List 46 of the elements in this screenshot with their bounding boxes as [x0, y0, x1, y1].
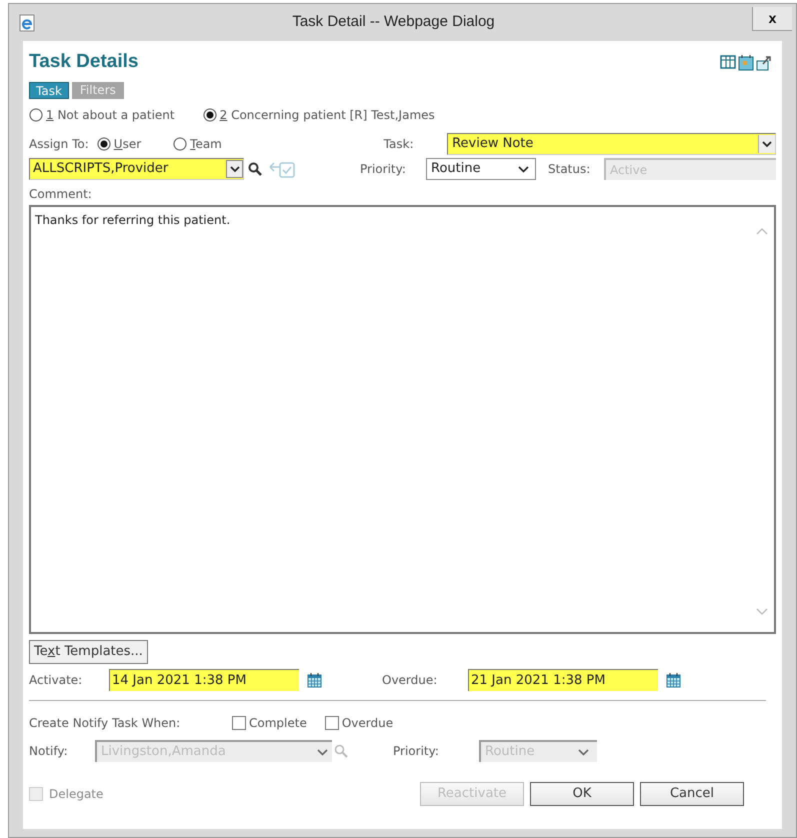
priority-dropdown[interactable]: Routine — [426, 158, 536, 180]
dialog-button[interactable]: OK — [530, 782, 634, 806]
checkbox-label[interactable]: Overdue — [342, 714, 394, 732]
radio-button[interactable] — [202, 108, 217, 122]
comment-label: Comment: — [29, 186, 93, 203]
dialog-button[interactable]: Cancel — [640, 782, 744, 806]
radio-label[interactable]: User — [114, 135, 142, 153]
notify-when-label: Create Notify Task When: — [29, 715, 182, 732]
checkbox[interactable] — [324, 716, 339, 730]
calendar-icon[interactable] — [666, 672, 681, 688]
activate-label: Activate: — [29, 672, 84, 689]
overdue-label: Overdue: — [382, 672, 438, 689]
radio-label[interactable]: Team — [190, 135, 222, 153]
task-dropdown[interactable]: Review Note — [447, 133, 776, 155]
task-label: Task: — [384, 136, 415, 153]
search-icon[interactable] — [248, 162, 262, 176]
caret-icon — [317, 748, 328, 756]
status-label: Status: — [548, 161, 592, 178]
tab[interactable]: Task — [29, 82, 69, 99]
page-heading: Task Details — [29, 51, 138, 73]
checkbox-label[interactable]: Complete — [249, 714, 307, 732]
assignee-dropdown[interactable]: ALLSCRIPTS,Provider — [29, 158, 244, 180]
browser-icon — [19, 14, 35, 32]
radio-label[interactable]: 2 Concerning patient [R] Test,James — [220, 106, 435, 124]
priority-label: Priority: — [393, 743, 440, 760]
window-title: Task Detail -- Webpage Dialog — [292, 12, 495, 32]
text-templates-button[interactable]: Text Templates... — [29, 640, 148, 664]
calendar-icon[interactable] — [738, 55, 754, 71]
radio-button[interactable] — [173, 137, 188, 151]
notify-label: Notify: — [29, 743, 69, 760]
caret-icon — [578, 748, 589, 756]
radio-label[interactable]: 1 Not about a patient — [46, 106, 175, 124]
radio-button[interactable] — [29, 108, 43, 122]
caret-icon — [762, 140, 772, 148]
date-field[interactable]: 21 Jan 2021 1:38 PM — [468, 669, 658, 691]
checkbox[interactable] — [232, 716, 246, 730]
radio-button[interactable] — [96, 137, 111, 151]
export-icon[interactable] — [756, 55, 772, 71]
grid-icon[interactable] — [720, 55, 736, 69]
priority-label: Priority: — [360, 161, 407, 178]
date-field[interactable]: 14 Jan 2021 1:38 PM — [109, 669, 299, 691]
calendar-icon[interactable] — [307, 672, 322, 688]
caret-icon — [230, 166, 240, 172]
close-button[interactable]: x — [752, 6, 792, 30]
caret-icon — [518, 166, 529, 172]
assign-to-label: Assign To: — [29, 136, 89, 153]
